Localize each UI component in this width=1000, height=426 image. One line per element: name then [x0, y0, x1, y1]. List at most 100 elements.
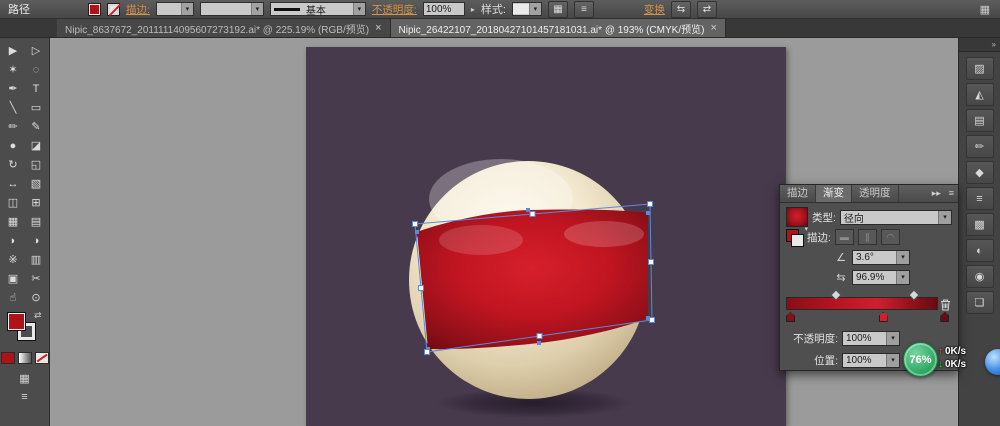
blend-tool[interactable]: ◑ [25, 231, 48, 250]
appearance-panel-icon[interactable]: ◉ [965, 265, 994, 288]
artboard-tool[interactable]: ▣ [2, 269, 25, 288]
perspective-grid-tool[interactable]: ⊞ [25, 193, 48, 212]
column-graph-tool[interactable]: ▥ [25, 250, 48, 269]
swatches-panel-icon[interactable]: ▤ [965, 109, 994, 132]
direct-selection-tool[interactable]: ▷ [25, 41, 48, 60]
pathfinder-button[interactable]: ⇄ [696, 0, 717, 18]
chevron-down-icon: ▾ [938, 210, 951, 224]
stroke-gradient-swatch[interactable] [786, 228, 804, 247]
chevron-down-icon: ▾ [886, 353, 899, 367]
lasso-tool[interactable]: ◌ [25, 60, 48, 79]
preferences-button[interactable]: ≡ [573, 0, 594, 18]
type-tool[interactable]: T [25, 79, 48, 98]
none-mode-button[interactable] [34, 352, 49, 364]
color-mode-button[interactable] [0, 352, 15, 364]
tab-transparency[interactable]: 透明度 [852, 185, 899, 202]
stop-opacity-select[interactable]: 100% ▾ [842, 330, 900, 346]
document-tab-2[interactable]: Nipic_26422107_20180427101457181031.ai* … [390, 19, 726, 37]
rectangle-tool[interactable]: ▭ [25, 98, 48, 117]
zoom-tool[interactable]: ⊙ [25, 288, 48, 307]
symbols-panel-icon[interactable]: ◆ [965, 161, 994, 184]
delete-stop-button[interactable] [938, 298, 952, 311]
eraser-tool[interactable]: ◪ [25, 136, 48, 155]
opacity-panel-link[interactable]: 不透明度: [372, 2, 417, 17]
artboard[interactable] [306, 47, 786, 426]
swap-fill-stroke-icon[interactable]: ⇄ [34, 310, 42, 321]
gradient-stop[interactable] [940, 312, 950, 322]
blob-brush-tool[interactable]: ● [2, 136, 25, 155]
gradient-tool[interactable]: ▤ [25, 212, 48, 231]
color-panel-icon[interactable]: ▨ [965, 57, 994, 80]
free-transform-tool[interactable]: ▧ [25, 174, 48, 193]
slice-tool[interactable]: ✂ [25, 269, 48, 288]
document-setup-button[interactable]: ▦ [547, 0, 568, 18]
stroke-weight-combo[interactable]: ▾ [155, 2, 194, 16]
stroke-across-button[interactable]: ◠ [880, 229, 900, 245]
stroke-color-swatch[interactable] [107, 2, 122, 16]
width-profile-combo[interactable]: ▾ [199, 2, 264, 16]
width-tool[interactable]: ↔ [2, 174, 25, 193]
panel-menu-icon[interactable]: ≡ [945, 185, 958, 202]
gradient-thumbnail[interactable]: ▾ [786, 207, 808, 233]
gradient-type-select[interactable]: 径向 ▾ [839, 209, 952, 225]
close-icon[interactable]: × [375, 22, 381, 34]
opacity-input[interactable]: 100% [422, 2, 465, 16]
workspace-icon[interactable]: ▦ [980, 3, 990, 16]
pencil-tool[interactable]: ✎ [25, 117, 48, 136]
layers-panel-icon[interactable]: ❏ [965, 291, 994, 314]
chevron-down-icon: ▾ [896, 270, 909, 284]
color-guide-panel-icon[interactable]: ◭ [965, 83, 994, 106]
artwork-sphere[interactable] [306, 47, 786, 426]
stroke-along-button[interactable]: ∥ [857, 229, 877, 245]
close-icon[interactable]: × [710, 22, 716, 34]
opacity-more-icon[interactable]: ▸ [471, 5, 475, 14]
magic-wand-tool[interactable]: ✶ [2, 60, 25, 79]
line-segment-tool[interactable]: ╲ [2, 98, 25, 117]
tab-gradient[interactable]: 渐变 [816, 185, 852, 202]
aspect-ratio-input[interactable]: 96.9% ▾ [852, 269, 910, 285]
band-gloss-left [439, 225, 523, 255]
tab-stroke[interactable]: 描边 [780, 185, 816, 202]
brush-definition-combo[interactable]: 基本 ▾ [269, 2, 366, 17]
paintbrush-tool[interactable]: ✏ [2, 117, 25, 136]
gradient-stop[interactable] [878, 312, 888, 322]
rotate-tool[interactable]: ↻ [2, 155, 25, 174]
angle-input[interactable]: 3.6° ▾ [852, 249, 910, 265]
fill-color-swatch[interactable] [88, 2, 101, 16]
align-button[interactable]: ⇆ [670, 0, 691, 18]
scale-tool[interactable]: ◱ [25, 155, 48, 174]
network-speed-widget: ↑ 0K/s ↓ 0K/s [938, 345, 966, 371]
type-label: 类型: [812, 211, 836, 224]
chevron-down-icon: ▾ [528, 3, 541, 15]
dock-expand-icon[interactable]: » [959, 38, 1000, 52]
screen-mode-button[interactable]: ≡ [21, 391, 27, 403]
collapse-icon[interactable]: ▸▸ [928, 185, 945, 202]
gradient-stop[interactable] [786, 312, 795, 322]
chevron-down-icon[interactable]: ▾ [804, 225, 808, 233]
chevron-down-icon: ▾ [886, 331, 899, 345]
stop-location-select[interactable]: 100% ▾ [842, 352, 900, 368]
selection-tool[interactable]: ▶ [2, 41, 25, 60]
shape-builder-tool[interactable]: ◫ [2, 193, 25, 212]
stroke-panel-icon[interactable]: ≡ [965, 187, 994, 210]
symbol-sprayer-tool[interactable]: ※ [2, 250, 25, 269]
document-tab-1[interactable]: Nipic_8637672_20111114095607273192.ai* @… [57, 19, 391, 37]
mesh-tool[interactable]: ▦ [2, 212, 25, 231]
pen-tool[interactable]: ✒ [2, 79, 25, 98]
transparency-panel-icon[interactable]: ◐ [965, 239, 994, 262]
tools-panel: ▶ ▷ ✶ ◌ ✒ T ╲ ▭ ✏ ✎ ● ◪ ↻ ◱ ↔ ▧ ◫ ⊞ ▦ ▤ ◗ ◑ ※ ▥ ▣ ✂ ☝ ⊙ ⇄ ▦ ≡ [0, 38, 50, 426]
gradient-panel: 描边 渐变 透明度 ▸▸ ≡ ▾ 类型: 径向 ▾ 描边: ▬ ∥ ◠ ∠ 3.… [779, 184, 959, 371]
stroke-within-button[interactable]: ▬ [834, 229, 854, 245]
stroke-panel-link[interactable]: 描边: [126, 2, 150, 17]
gradient-panel-icon[interactable]: ▩ [965, 213, 994, 236]
eyedropper-tool[interactable]: ◗ [2, 231, 25, 250]
progress-badge[interactable]: 76% [903, 342, 938, 377]
fill-indicator[interactable] [7, 312, 26, 331]
drawing-mode-button[interactable]: ▦ [19, 372, 29, 385]
gradient-mode-button[interactable] [17, 352, 32, 364]
transform-panel-link[interactable]: 变换 [644, 2, 665, 17]
style-swatch-combo[interactable]: ▾ [511, 2, 542, 16]
brushes-panel-icon[interactable]: ✏ [965, 135, 994, 158]
aspect-ratio-icon: ⇆ [836, 271, 846, 284]
hand-tool[interactable]: ☝ [2, 288, 25, 307]
